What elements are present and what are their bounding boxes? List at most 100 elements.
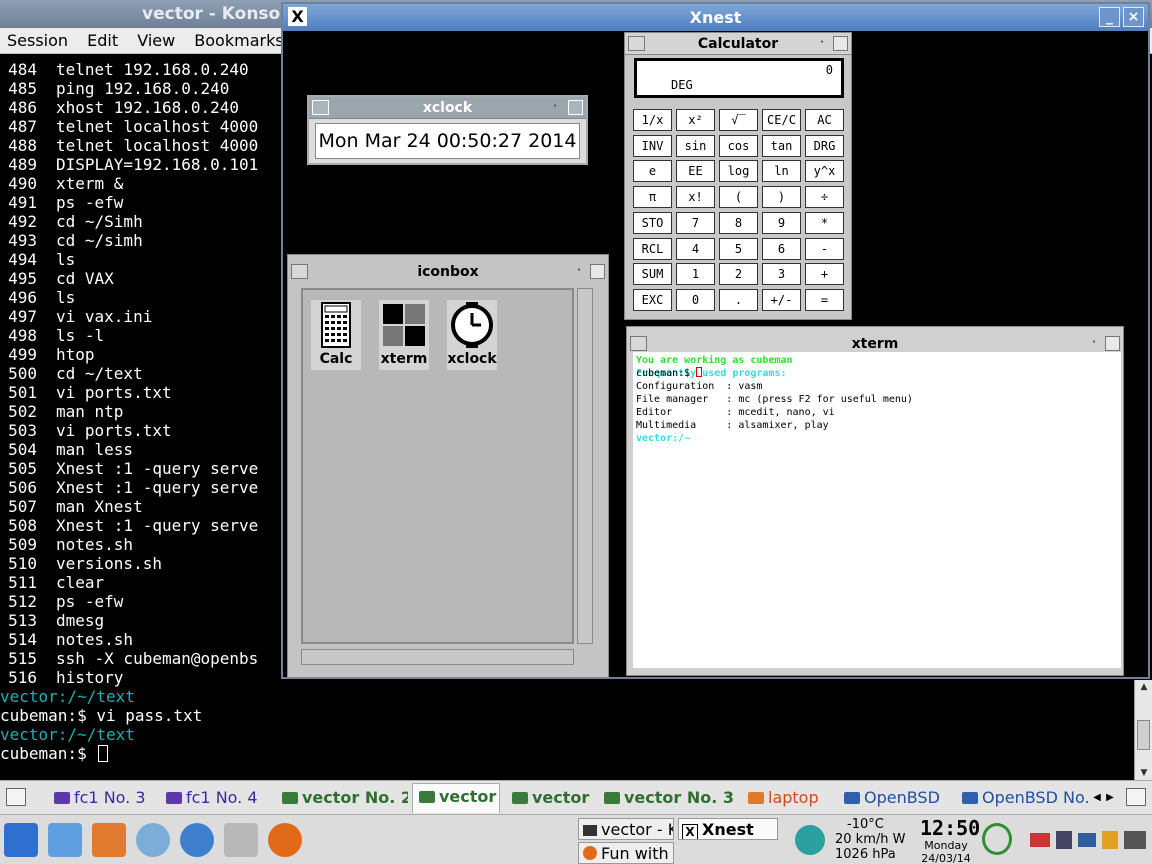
show-desktop-icon[interactable] [6,788,26,806]
menu-view[interactable]: View [130,28,182,54]
minimize-button[interactable]: _ [1099,7,1120,27]
calc-key[interactable]: = [805,288,844,311]
system-tray-icon[interactable] [1124,831,1146,849]
calc-key[interactable]: ÷ [805,186,844,209]
prompt-line[interactable]: cubeman:$ [0,744,1132,763]
calc-key[interactable]: 3 [762,263,801,286]
calc-key[interactable]: DRG [805,134,844,157]
calc-key[interactable]: y^x [805,160,844,183]
task-scroll-left-icon[interactable]: ◀ [1091,789,1103,807]
menu-dot-icon[interactable]: · [1089,338,1099,348]
taskbar-item[interactable]: OpenBSD No. [956,785,1088,811]
calc-key[interactable]: ( [719,186,758,209]
tools-icon[interactable] [224,823,258,857]
calc-key[interactable]: RCL [633,237,672,260]
monitor-icon[interactable] [1078,833,1096,847]
calc-key[interactable]: 0 [676,288,715,311]
resize-icon[interactable] [1105,336,1120,351]
taskbar-item[interactable]: OpenBSD [838,785,950,811]
x-logo-icon[interactable]: X [288,7,307,26]
menu-bookmarks[interactable]: Bookmarks [187,28,290,54]
panel-task-vector[interactable]: vector - K [578,818,674,840]
scroll-thumb[interactable] [1137,720,1150,750]
wifi-icon[interactable] [982,823,1012,855]
calc-key[interactable]: +/- [762,288,801,311]
taskbar-item[interactable]: vector No. 2 [276,785,408,811]
resize-icon[interactable] [590,264,605,279]
taskbar-item[interactable]: fc1 No. 4 [160,785,274,811]
calc-key[interactable]: sin [676,134,715,157]
calc-key[interactable]: 2 [719,263,758,286]
calc-key[interactable]: cos [719,134,758,157]
iconify-icon[interactable] [630,336,647,351]
calc-key[interactable]: STO [633,211,672,234]
home-icon[interactable] [92,823,126,857]
xterm-screen[interactable]: You are working as cubeman Frequently use… [633,352,1121,668]
calc-key[interactable]: x! [676,186,715,209]
calc-key[interactable]: √‾ [719,109,758,131]
calc-key[interactable]: + [805,263,844,286]
calculator-titlebar[interactable]: Calculator · [625,33,851,55]
iconbox-item-calc[interactable]: Calc [311,300,361,370]
firefox-icon[interactable] [268,823,302,857]
calc-key[interactable]: EE [676,160,715,183]
iconify-icon[interactable] [291,264,308,279]
mail-icon[interactable] [48,823,82,857]
calc-key[interactable]: 6 [762,237,801,260]
menu-dot-icon[interactable]: · [817,38,827,48]
calc-key[interactable]: 5 [719,237,758,260]
taskbar-item[interactable]: vector No. 3 [598,785,738,811]
calc-key[interactable]: 1 [676,263,715,286]
iconbox-vscrollbar[interactable] [577,288,593,644]
weather-widget[interactable]: -10°C 20 km/h W 1026 hPa [835,817,905,862]
calc-key[interactable]: ln [762,160,801,183]
iconify-icon[interactable] [312,100,329,115]
panel-task-firefox[interactable]: Fun with [578,842,674,864]
calc-key[interactable]: - [805,237,844,260]
konsole-scrollbar[interactable]: ▲ ▼ [1134,680,1152,780]
menu-dot-icon[interactable]: · [574,266,584,276]
resize-icon[interactable] [833,36,848,51]
close-button[interactable]: × [1123,7,1144,27]
calc-key[interactable]: 1/x [633,109,672,131]
xnest-titlebar[interactable]: X Xnest _ × [283,4,1148,31]
calc-key[interactable]: INV [633,134,672,157]
network-icon[interactable] [136,823,170,857]
menu-session[interactable]: Session [0,28,75,54]
taskbar-item[interactable]: vector [506,785,594,811]
volume-icon[interactable] [1056,831,1072,849]
calc-key[interactable]: SUM [633,263,672,286]
calc-key[interactable]: e [633,160,672,183]
calc-key[interactable]: log [719,160,758,183]
calc-key[interactable]: 8 [719,211,758,234]
taskbar-item[interactable]: vector [412,783,500,813]
resize-icon[interactable] [568,100,583,115]
calc-key[interactable]: ) [762,186,801,209]
taskbar-item[interactable]: fc1 No. 3 [48,785,164,811]
iconbox-hscrollbar[interactable] [301,649,574,665]
xclock-titlebar[interactable]: xclock · [309,97,586,119]
calc-key[interactable]: x² [676,109,715,131]
calc-key[interactable]: . [719,288,758,311]
iconify-icon[interactable] [628,36,645,51]
window-list-icon[interactable] [1126,788,1146,806]
klipper-icon[interactable] [1102,831,1118,849]
browser-icon[interactable] [180,823,214,857]
keyboard-layout-icon[interactable] [1030,833,1050,847]
calc-key[interactable]: * [805,211,844,234]
panel-task-xnest[interactable]: X Xnest [678,818,778,840]
calc-key[interactable]: AC [805,109,844,131]
taskbar-item[interactable]: laptop [742,785,834,811]
scroll-up-icon[interactable]: ▲ [1135,680,1152,694]
kmenu-icon[interactable] [4,823,38,857]
calc-key[interactable]: EXC [633,288,672,311]
iconbox-titlebar[interactable]: iconbox · [288,261,608,283]
calc-key[interactable]: CE/C [762,109,801,131]
calc-key[interactable]: 9 [762,211,801,234]
iconbox-item-xterm[interactable]: xterm [379,300,429,370]
scroll-down-icon[interactable]: ▼ [1135,766,1152,780]
calc-key[interactable]: 7 [676,211,715,234]
menu-dot-icon[interactable]: · [550,102,560,112]
menu-edit[interactable]: Edit [80,28,125,54]
task-scroll-right-icon[interactable]: ▶ [1104,789,1116,807]
